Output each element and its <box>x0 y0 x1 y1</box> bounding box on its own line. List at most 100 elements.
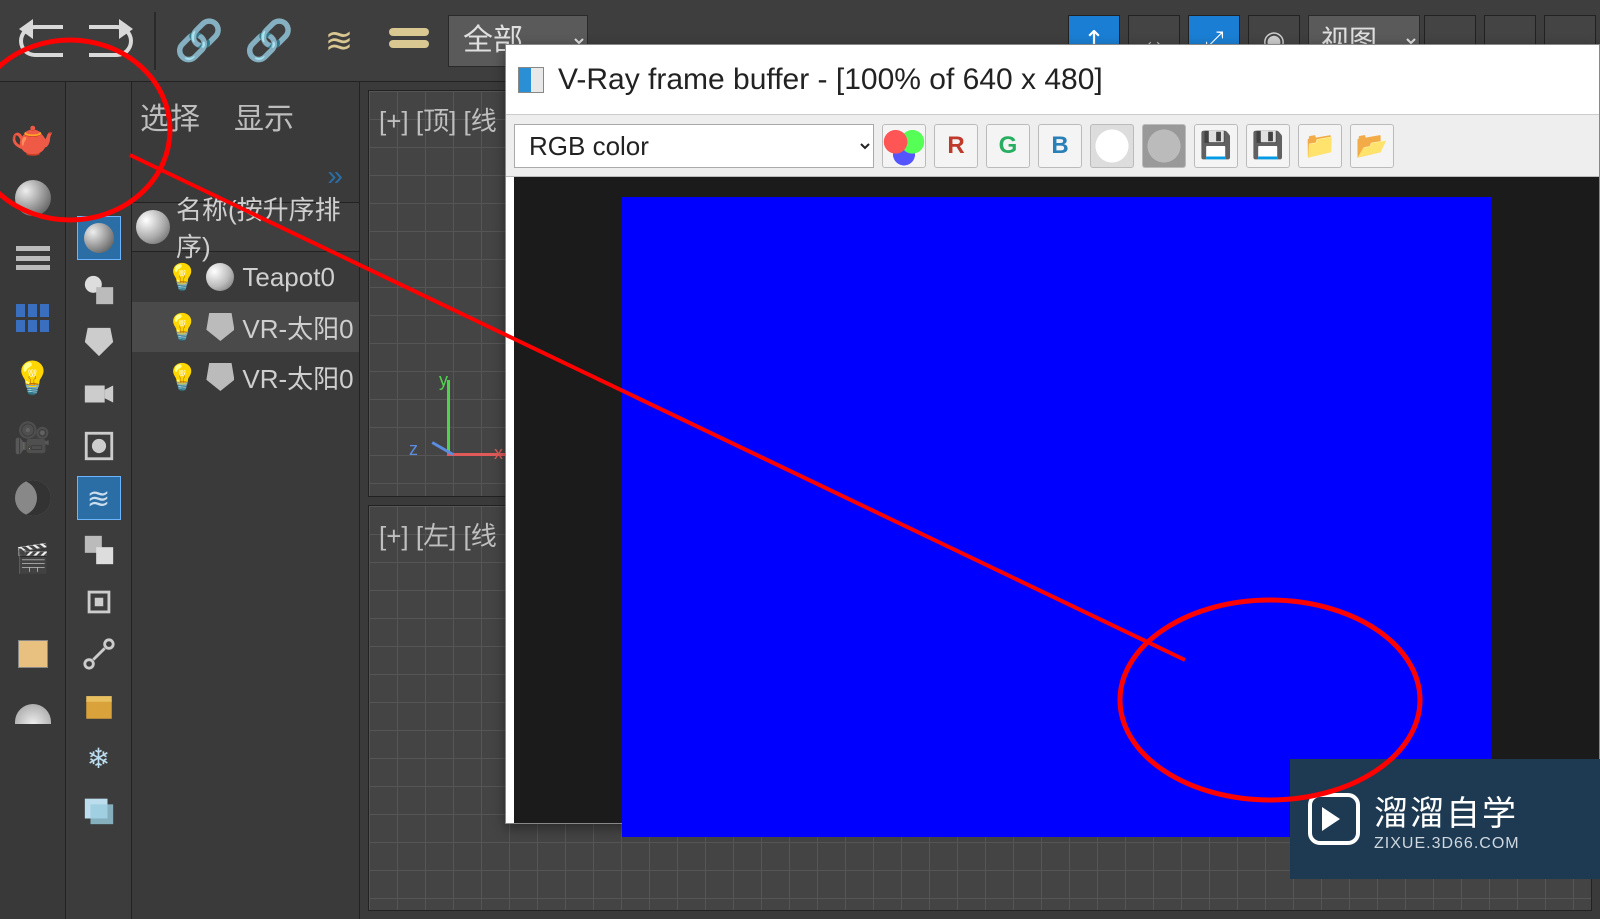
link-icon: 🔗 <box>174 17 224 64</box>
moon-tool[interactable] <box>11 476 55 520</box>
vfb-save-button[interactable]: 💾 <box>1194 124 1238 168</box>
scene-explorer: 选择 显示 » 名称(按升序排序) 💡 Teapot0 💡 VR-太阳0 💡 V… <box>132 82 360 919</box>
vfb-save-all-button[interactable]: 💾 <box>1246 124 1290 168</box>
geometry-icon <box>206 263 234 291</box>
watermark: 溜溜自学 ZIXUE.3D66.COM <box>1290 759 1600 879</box>
tree-item-label: VR-太阳0 <box>242 359 353 396</box>
filter-container[interactable] <box>77 684 121 728</box>
filter-lights[interactable] <box>77 320 121 364</box>
wave-icon: ≋ <box>319 21 359 61</box>
tab-display[interactable]: 显示 <box>234 94 294 138</box>
list-tool[interactable] <box>11 236 55 280</box>
teapot-tool[interactable]: 🫖 <box>11 116 55 160</box>
vfb-green-button[interactable]: G <box>986 124 1030 168</box>
visibility-icon[interactable]: 💡 <box>166 312 198 343</box>
filter-column: ≋ ❄ <box>66 82 132 919</box>
visibility-icon[interactable]: 💡 <box>166 262 198 293</box>
chevron-right-icon: » <box>327 160 343 192</box>
container-icon <box>82 689 116 723</box>
unbind-button[interactable] <box>380 12 438 70</box>
vfb-channel-dropdown[interactable]: RGB color <box>514 124 874 168</box>
spotlight-icon <box>82 325 116 359</box>
vfb-load-button[interactable]: 📁 <box>1298 124 1342 168</box>
unlink-button[interactable]: 🔗 <box>240 12 298 70</box>
filter-bone[interactable] <box>77 580 121 624</box>
tree-item-vrsun2[interactable]: 💡 VR-太阳0 <box>132 352 359 402</box>
vfb-window-icon <box>518 67 544 93</box>
chain-icon <box>389 28 429 54</box>
viewport-label[interactable]: [+] [左] [线 <box>379 516 497 553</box>
list-icon <box>16 246 50 270</box>
filter-helpers[interactable] <box>77 424 121 468</box>
vfb-red-button[interactable]: R <box>934 124 978 168</box>
render-tool[interactable]: 🎬 <box>11 536 55 580</box>
redo-icon <box>89 25 133 57</box>
vfb-rgb-button[interactable] <box>882 124 926 168</box>
path-icon <box>82 637 116 671</box>
axis-z-label: z <box>409 439 418 460</box>
dome-tool[interactable] <box>11 692 55 736</box>
vfb-canvas[interactable] <box>514 177 1599 823</box>
vfb-mono-button[interactable] <box>1142 124 1186 168</box>
layer-tool[interactable] <box>11 296 55 340</box>
bind-button[interactable]: ≋ <box>310 12 368 70</box>
light-icon: 💡 <box>13 359 53 397</box>
filter-cameras[interactable] <box>77 372 121 416</box>
dome-icon <box>15 704 51 724</box>
box-tool[interactable] <box>11 632 55 676</box>
group-icon <box>82 533 116 567</box>
left-tool-column: 🫖 💡 🎥 🎬 <box>0 82 66 919</box>
moon-icon <box>15 480 51 516</box>
column-header-name[interactable]: 名称(按升序排序) <box>132 202 359 252</box>
filter-frozen[interactable]: ❄ <box>77 736 121 780</box>
vfb-clear-button[interactable]: 📂 <box>1350 124 1394 168</box>
axis-y-label: y <box>439 370 448 391</box>
vfb-title-text: V-Ray frame buffer - [100% of 640 x 480] <box>558 63 1103 97</box>
filter-geometry[interactable] <box>77 268 121 312</box>
box-icon <box>18 640 48 668</box>
vfb-blue-button[interactable]: B <box>1038 124 1082 168</box>
snowflake-icon: ❄ <box>87 742 110 775</box>
watermark-url: ZIXUE.3D66.COM <box>1374 835 1520 853</box>
visibility-icon[interactable]: 💡 <box>166 362 198 393</box>
vfb-alpha-button[interactable] <box>1090 124 1134 168</box>
vfb-toolbar: RGB color R G B 💾 💾 📁 📂 <box>506 115 1599 177</box>
render-icon: 🎬 <box>15 542 50 575</box>
viewport-label[interactable]: [+] [顶] [线 <box>379 101 497 138</box>
wave-icon: ≋ <box>87 482 110 515</box>
shapes-icon <box>82 273 116 307</box>
column-header-label: 名称(按升序排序) <box>176 190 359 264</box>
vfb-titlebar[interactable]: V-Ray frame buffer - [100% of 640 x 480] <box>506 45 1599 115</box>
tab-select[interactable]: 选择 <box>140 94 200 138</box>
sphere-icon <box>15 180 51 216</box>
filter-xref[interactable] <box>77 632 121 676</box>
folder-open-icon: 📂 <box>1356 130 1388 161</box>
grid-icon <box>16 304 50 332</box>
sphere-icon <box>84 223 114 253</box>
filter-spacewarps[interactable]: ≋ <box>77 476 121 520</box>
light-icon <box>206 363 234 391</box>
unlink-icon: 🔗 <box>244 17 294 64</box>
redo-button[interactable] <box>82 12 140 70</box>
vray-frame-buffer-window: V-Ray frame buffer - [100% of 640 x 480]… <box>505 44 1600 824</box>
tree-item-vrsun1[interactable]: 💡 VR-太阳0 <box>132 302 359 352</box>
explorer-tabs: 选择 显示 <box>132 82 359 150</box>
light-tool[interactable]: 💡 <box>11 356 55 400</box>
tree-item-label: Teapot0 <box>242 262 335 293</box>
link-button[interactable]: 🔗 <box>170 12 228 70</box>
axis-x-label: x <box>494 443 503 464</box>
folder-icon: 📁 <box>1304 130 1336 161</box>
undo-icon <box>19 25 63 57</box>
filter-all[interactable] <box>77 216 121 260</box>
tree-item-label: VR-太阳0 <box>242 309 353 346</box>
material-tool[interactable] <box>11 176 55 220</box>
watermark-title: 溜溜自学 <box>1374 786 1520 835</box>
filter-groups[interactable] <box>77 528 121 572</box>
camera-tool[interactable]: 🎥 <box>11 416 55 460</box>
floppy-multi-icon: 💾 <box>1252 130 1284 161</box>
filter-hidden[interactable] <box>77 788 121 832</box>
toolbar-separator <box>154 12 156 70</box>
undo-button[interactable] <box>12 12 70 70</box>
teapot-icon: 🫖 <box>10 117 55 159</box>
light-icon <box>206 313 234 341</box>
